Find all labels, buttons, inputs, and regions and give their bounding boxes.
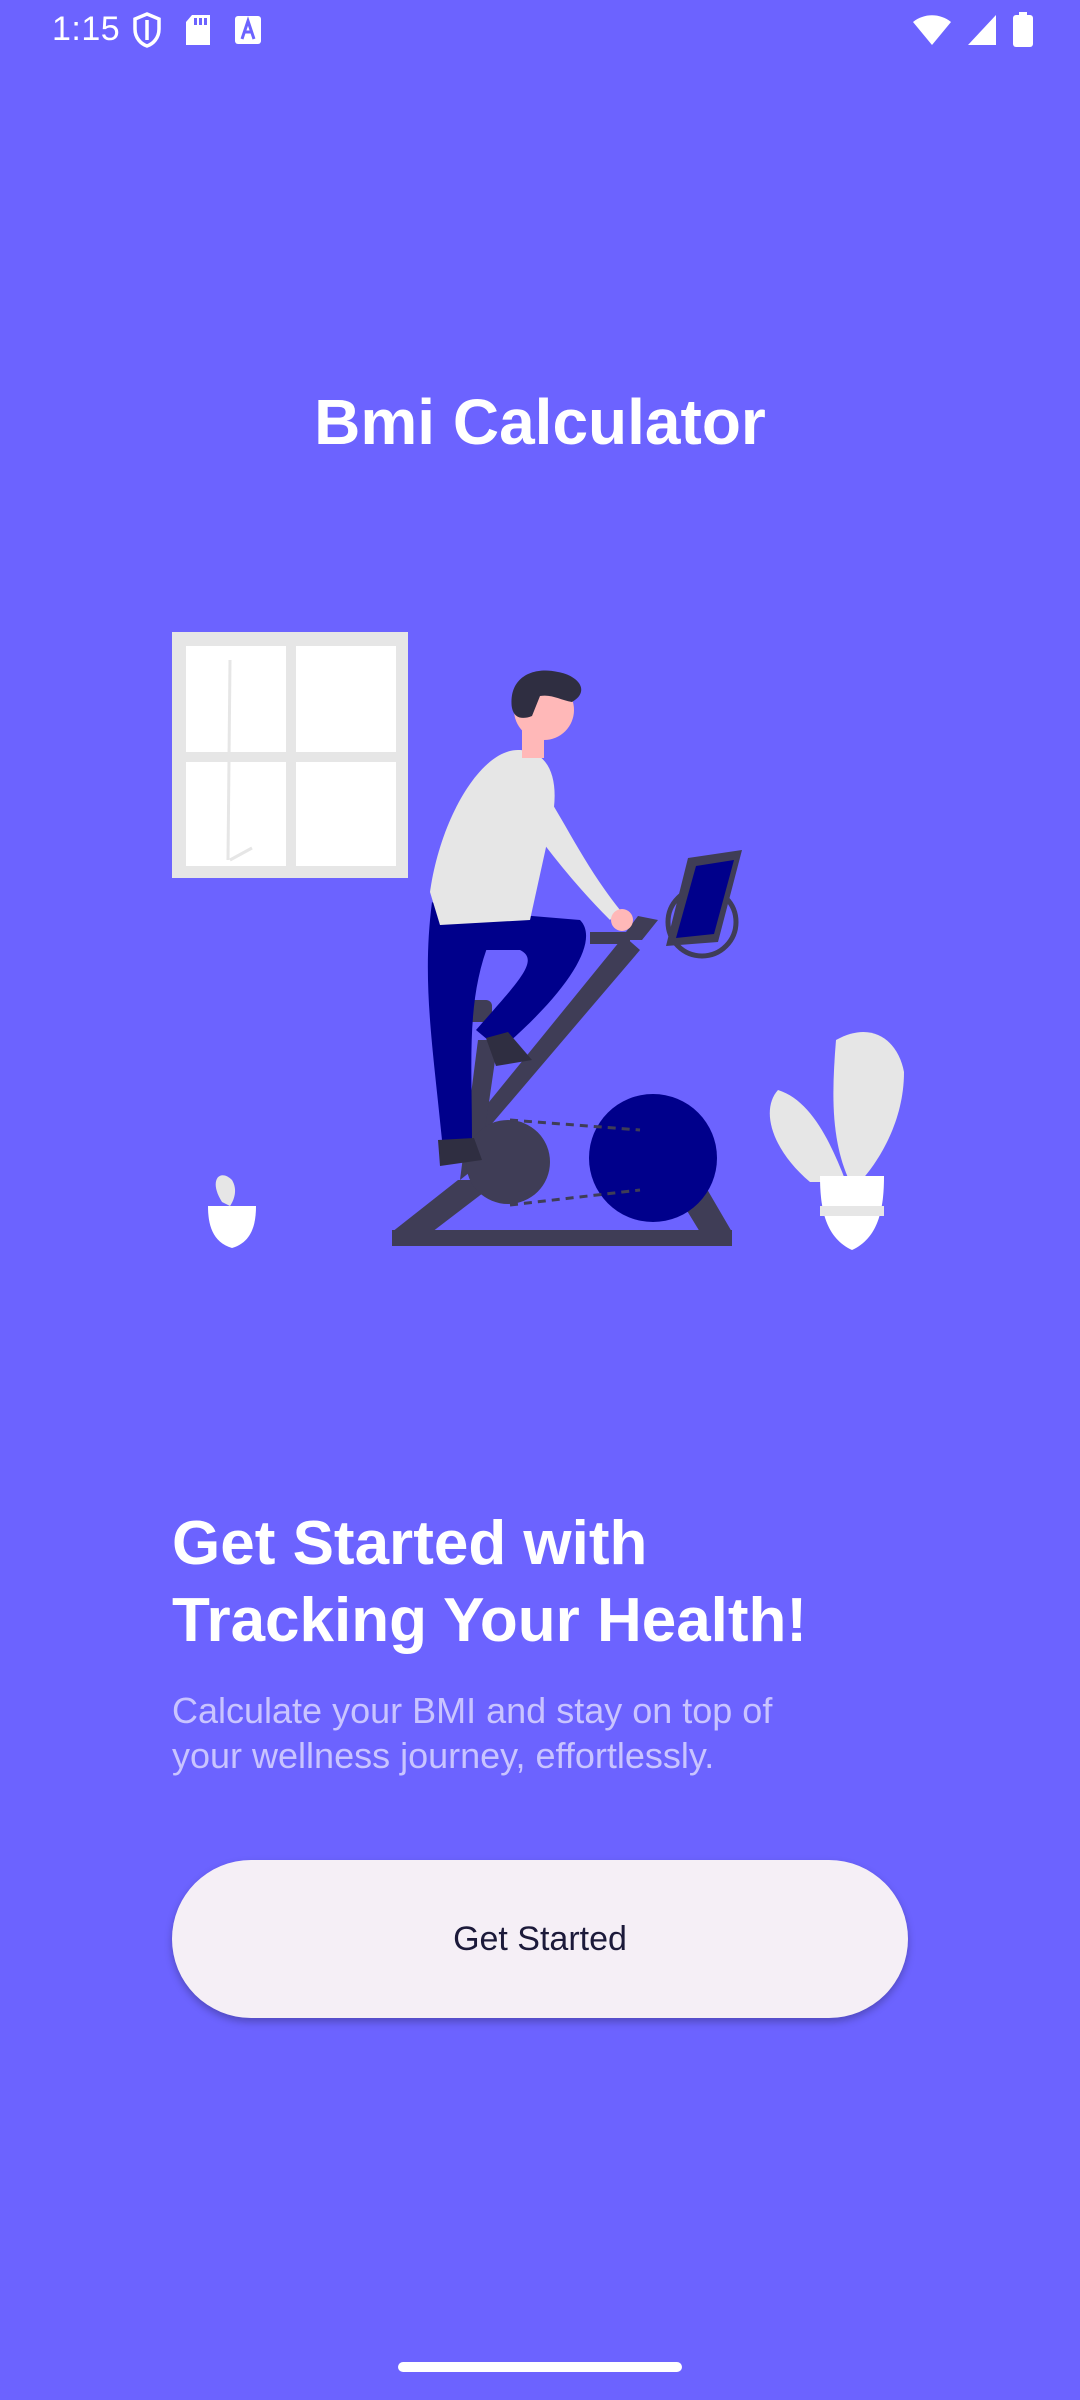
small-plant-shape [208,1175,256,1248]
flywheel-shape [589,1094,717,1222]
subtitle-line-1: Calculate your BMI and stay on top of [172,1690,773,1731]
get-started-label: Get Started [453,1919,627,1958]
status-icons-right [912,12,1034,48]
onboarding-headline: Get Started with Tracking Your Health! [172,1505,932,1659]
onboarding-subtitle: Calculate your BMI and stay on top of yo… [172,1688,892,1778]
exercise-bike-illustration [172,632,904,1250]
accessibility-a-icon [235,16,261,44]
headline-line-1: Get Started with [172,1509,648,1578]
status-time: 1:15 [52,10,121,48]
subtitle-line-2: your wellness journey, effortlessly. [172,1735,715,1776]
home-indicator[interactable] [398,2362,682,2372]
sd-card-icon [186,15,210,45]
shield-icon [133,12,161,48]
wifi-icon [913,15,951,45]
get-started-button[interactable]: Get Started [172,1860,908,2018]
window-shape [172,632,408,878]
status-bar: 1:15 [0,0,1080,64]
floor-base [392,1230,732,1246]
status-icons-left [132,12,262,48]
person-shape [427,670,633,1166]
cellular-signal-icon [968,15,996,45]
potted-plant-shape [769,1031,904,1250]
app-title: Bmi Calculator [314,386,766,458]
headline-line-2: Tracking Your Health! [172,1586,808,1655]
battery-icon [1013,12,1033,47]
